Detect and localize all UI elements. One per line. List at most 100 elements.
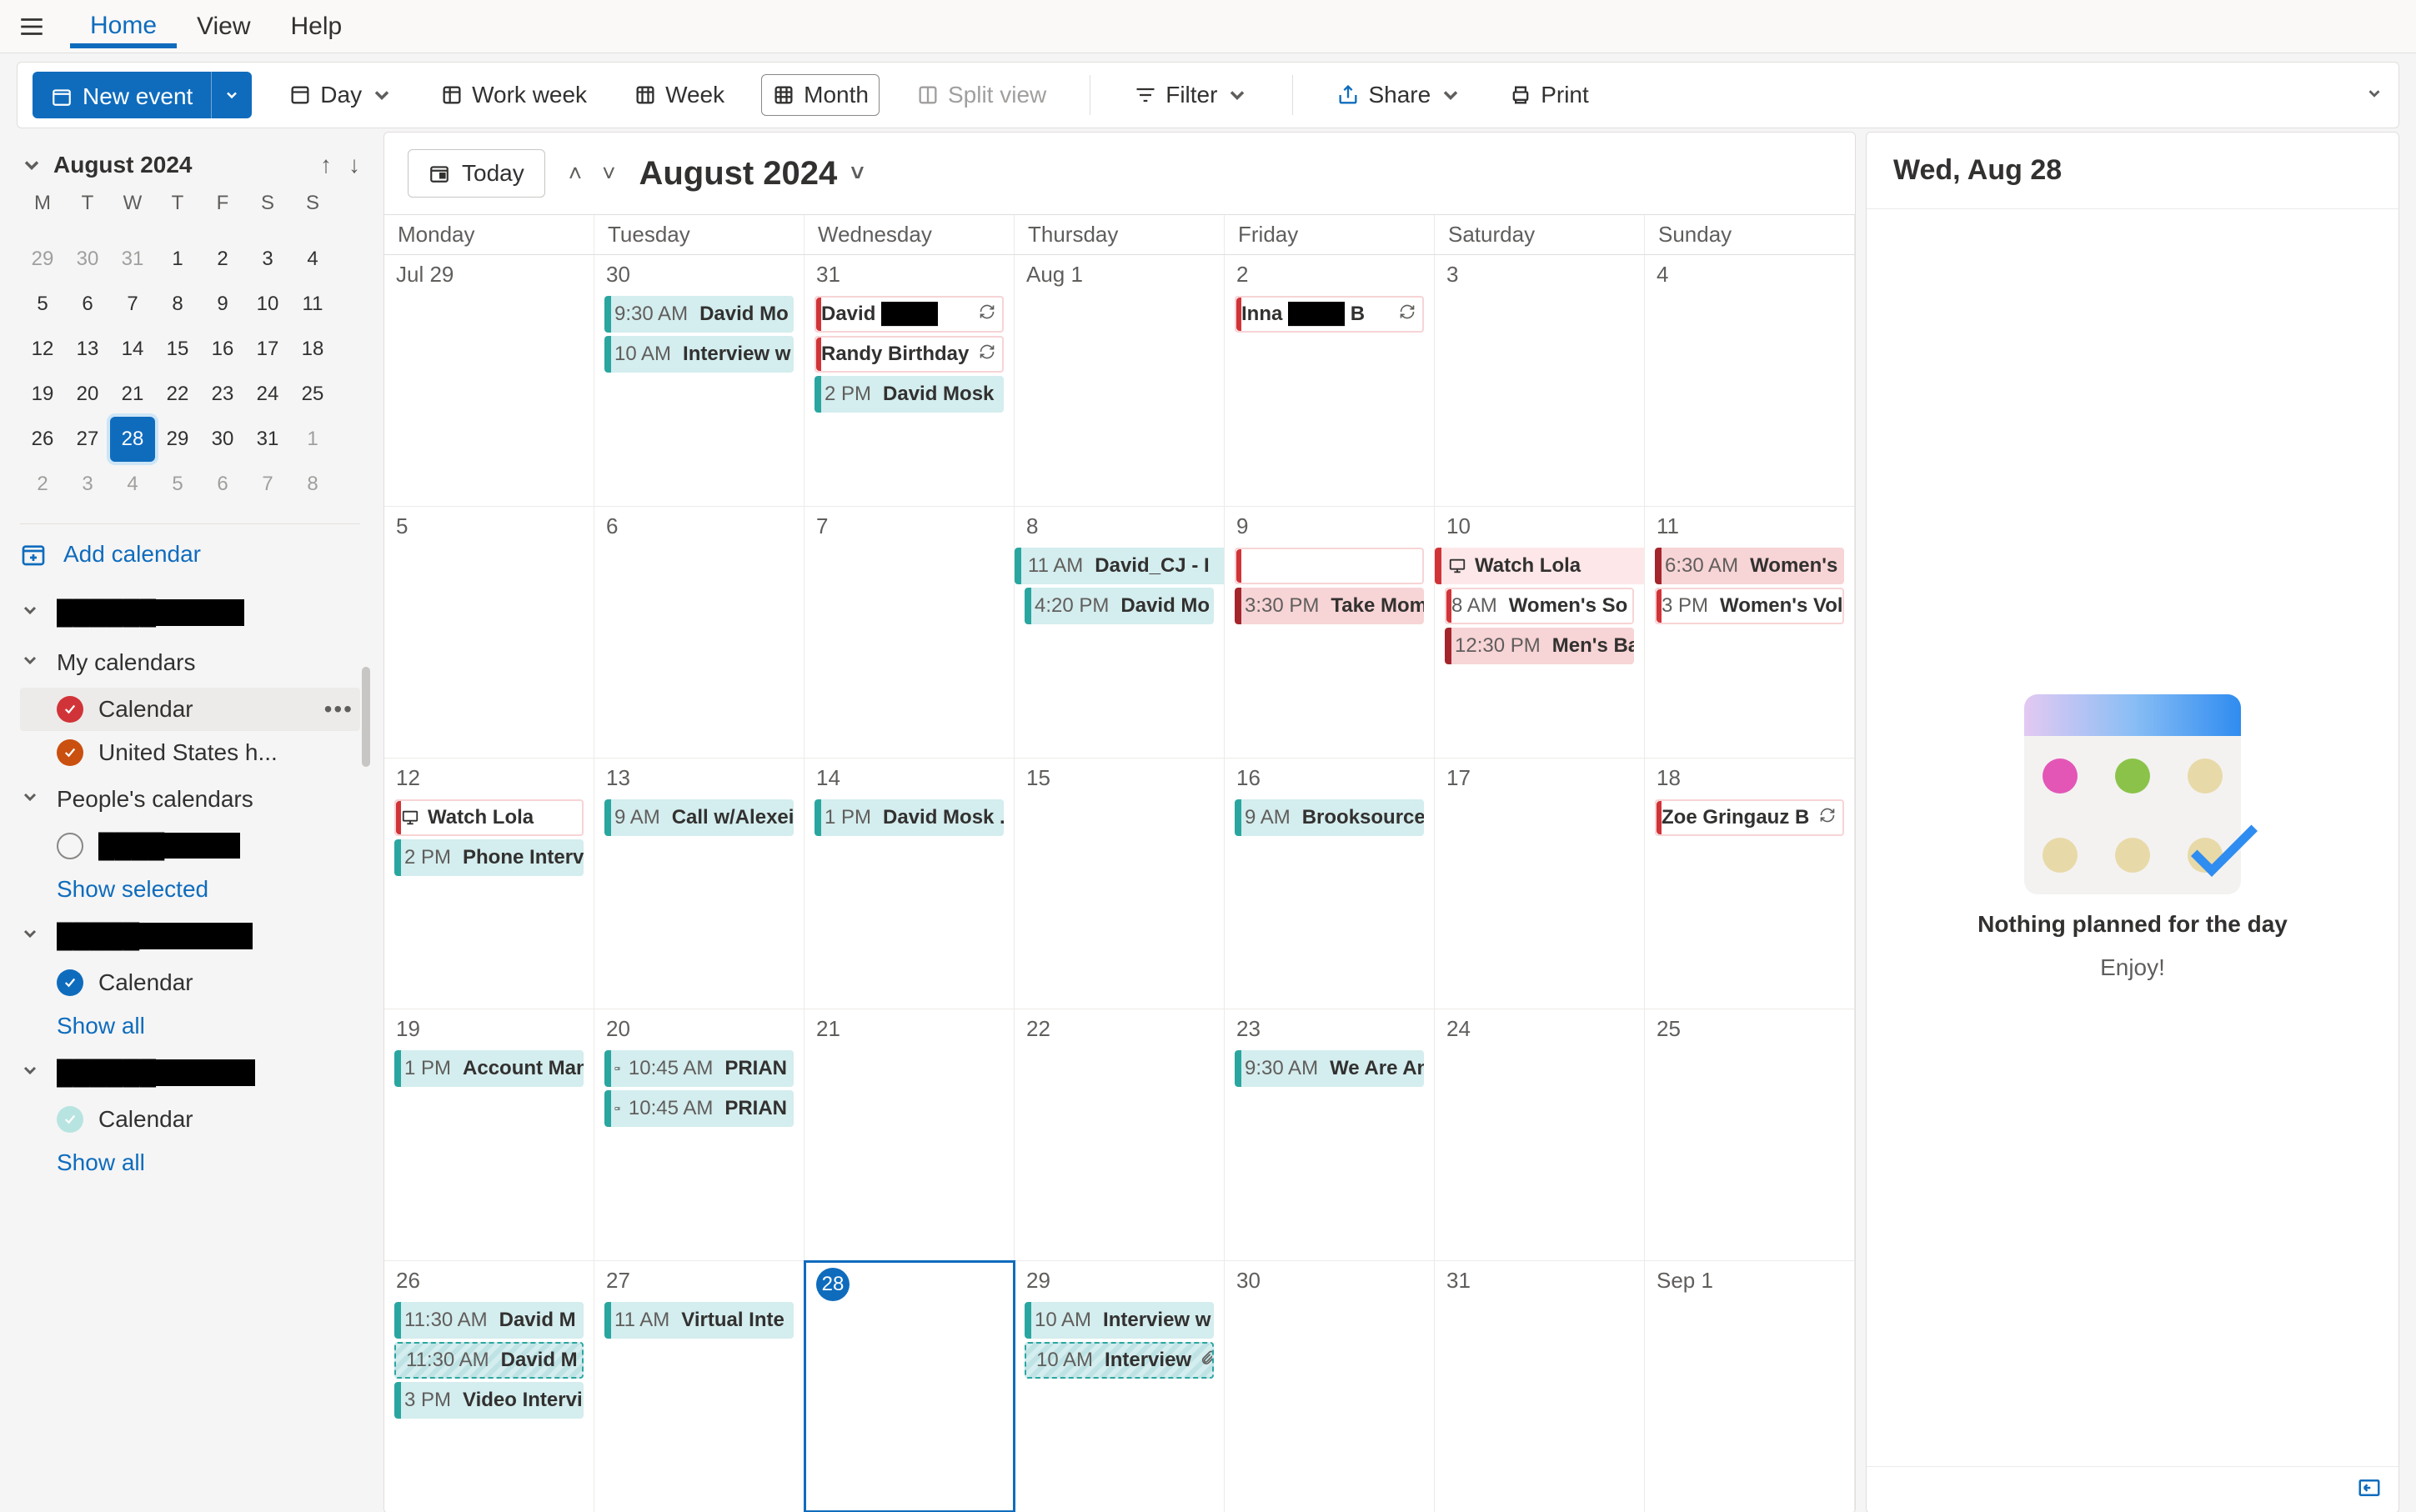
calendar-cell[interactable]: 309:30 AMDavid Mo10 AMInterview w: [594, 255, 804, 506]
calendar-event[interactable]: 10 AMInterview: [1025, 1342, 1214, 1379]
calendar-cell[interactable]: 28: [804, 1261, 1015, 1512]
next-month[interactable]: ˅: [602, 160, 615, 187]
mini-day[interactable]: 28: [110, 417, 155, 462]
calendar-event[interactable]: Inna ████ B: [1235, 296, 1424, 333]
calendar-cell[interactable]: 116:30 AMWomen's3 PMWomen's Vol: [1645, 507, 1855, 758]
tab-help[interactable]: Help: [271, 6, 363, 48]
mini-day[interactable]: 30: [200, 417, 245, 462]
mini-day[interactable]: 20: [65, 372, 110, 417]
calendar-color-swatch[interactable]: [57, 969, 83, 996]
calendar-event[interactable]: [1235, 548, 1424, 584]
view-day[interactable]: Day: [278, 75, 404, 115]
show-all-link[interactable]: Show all: [20, 1141, 360, 1184]
calendar-event[interactable]: 1 PMDavid Mosk .: [815, 799, 1004, 836]
view-workweek[interactable]: Work week: [430, 75, 597, 115]
calendar-list-item[interactable]: United States h...: [20, 731, 360, 774]
prev-month[interactable]: ˄: [569, 160, 582, 187]
calendar-event[interactable]: 11 AMDavid_CJ - I: [1015, 548, 1225, 584]
mini-day[interactable]: 16: [200, 327, 245, 372]
mini-day[interactable]: 30: [65, 237, 110, 282]
mini-day[interactable]: 27: [65, 417, 110, 462]
chevron-down-icon[interactable]: [20, 153, 43, 177]
mini-day[interactable]: 3: [65, 462, 110, 507]
mini-day[interactable]: 26: [20, 417, 65, 462]
calendar-cell[interactable]: 12Watch Lola2 PMPhone Interv: [384, 759, 594, 1009]
show-selected-link[interactable]: Show selected: [20, 868, 360, 911]
calendar-event[interactable]: 11:30 AMDavid M: [394, 1302, 584, 1339]
calendar-cell[interactable]: 2Inna ████ B: [1225, 255, 1435, 506]
calendar-cell[interactable]: 5: [384, 507, 594, 758]
calendar-event[interactable]: 3 PMWomen's Vol: [1655, 588, 1844, 624]
calendar-event[interactable]: 3:30 PMTake Mom: [1235, 588, 1424, 624]
calendar-group-header[interactable]: My calendars: [20, 638, 360, 688]
calendar-event[interactable]: 10:45 AMPRIAN: [604, 1090, 794, 1127]
mini-day[interactable]: 10: [245, 282, 290, 327]
calendar-event[interactable]: 6:30 AMWomen's: [1655, 548, 1844, 584]
calendar-color-swatch[interactable]: [57, 833, 83, 859]
mini-day[interactable]: 5: [155, 462, 200, 507]
print-button[interactable]: Print: [1499, 75, 1599, 115]
calendar-cell[interactable]: 31David ████Randy Birthday2 PMDavid Mosk: [804, 255, 1015, 506]
mini-prev-month[interactable]: ↑: [320, 152, 332, 178]
calendar-event[interactable]: 1 PMAccount Man: [394, 1050, 584, 1087]
account-header[interactable]: ██████@gma...: [20, 588, 360, 638]
share-button[interactable]: Share: [1326, 75, 1472, 115]
calendar-event[interactable]: 2 PMPhone Interv: [394, 839, 584, 876]
calendar-event[interactable]: 2 PMDavid Mosk: [815, 376, 1004, 413]
calendar-group-header[interactable]: People's calendars: [20, 774, 360, 824]
mini-day[interactable]: 31: [245, 417, 290, 462]
expand-pane-icon[interactable]: [2357, 1475, 2382, 1500]
calendar-cell[interactable]: 2711 AMVirtual Inte: [594, 1261, 804, 1512]
mini-day[interactable]: 29: [20, 237, 65, 282]
calendar-event[interactable]: 4:20 PMDavid Mo: [1025, 588, 1214, 624]
mini-day[interactable]: 5: [20, 282, 65, 327]
mini-day[interactable]: 6: [65, 282, 110, 327]
account-header[interactable]: ██████@gmail...: [20, 1048, 360, 1098]
calendar-cell[interactable]: 30: [1225, 1261, 1435, 1512]
calendar-cell[interactable]: 22: [1015, 1009, 1225, 1260]
mini-day[interactable]: 7: [245, 462, 290, 507]
calendar-color-swatch[interactable]: [57, 1106, 83, 1133]
mini-day[interactable]: 1: [155, 237, 200, 282]
calendar-cell[interactable]: Sep 1: [1645, 1261, 1855, 1512]
calendar-event[interactable]: 11:30 AMDavid M: [394, 1342, 584, 1379]
calendar-event[interactable]: Watch Lola: [1435, 548, 1645, 584]
view-month[interactable]: Month: [761, 74, 880, 116]
mini-next-month[interactable]: ↓: [348, 152, 360, 178]
view-week[interactable]: Week: [624, 75, 734, 115]
mini-day[interactable]: 24: [245, 372, 290, 417]
mini-day[interactable]: 1: [290, 417, 335, 462]
mini-day[interactable]: 31: [110, 237, 155, 282]
calendar-cell[interactable]: 18Zoe Gringauz B: [1645, 759, 1855, 1009]
calendar-event[interactable]: 10 AMInterview w: [604, 336, 794, 373]
calendar-event[interactable]: David ████: [815, 296, 1004, 333]
calendar-list-item[interactable]: ████@gm...: [20, 824, 360, 868]
calendar-event[interactable]: Watch Lola: [394, 799, 584, 836]
calendar-cell[interactable]: 4: [1645, 255, 1855, 506]
calendar-cell[interactable]: 10Watch Lola8 AMWomen's So12:30 PMMen's …: [1435, 507, 1645, 758]
calendar-cell[interactable]: 2010:45 AMPRIAN10:45 AMPRIAN: [594, 1009, 804, 1260]
mini-day[interactable]: 19: [20, 372, 65, 417]
today-button[interactable]: Today: [408, 149, 545, 198]
calendar-event[interactable]: Zoe Gringauz B: [1655, 799, 1844, 836]
calendar-cell[interactable]: 93:30 PMTake Mom: [1225, 507, 1435, 758]
calendar-cell[interactable]: 191 PMAccount Man: [384, 1009, 594, 1260]
calendar-event[interactable]: 11 AMVirtual Inte: [604, 1302, 794, 1339]
calendar-list-item[interactable]: Calendar: [20, 961, 360, 1004]
new-event-chevron[interactable]: [211, 72, 252, 118]
calendar-cell[interactable]: 21: [804, 1009, 1015, 1260]
mini-day[interactable]: 15: [155, 327, 200, 372]
calendar-cell[interactable]: 141 PMDavid Mosk .: [804, 759, 1015, 1009]
add-calendar[interactable]: Add calendar: [20, 541, 360, 568]
calendar-event[interactable]: 3 PMVideo Intervi: [394, 1382, 584, 1419]
mini-day[interactable]: 17: [245, 327, 290, 372]
toolbar-overflow[interactable]: [2365, 82, 2383, 108]
calendar-cell[interactable]: 17: [1435, 759, 1645, 1009]
calendar-list-item[interactable]: Calendar•••: [20, 688, 360, 731]
mini-day[interactable]: 8: [155, 282, 200, 327]
mini-day[interactable]: 23: [200, 372, 245, 417]
calendar-event[interactable]: Randy Birthday: [815, 336, 1004, 373]
new-event-button[interactable]: New event: [33, 72, 252, 118]
mini-day[interactable]: 3: [245, 237, 290, 282]
mini-day[interactable]: 4: [290, 237, 335, 282]
